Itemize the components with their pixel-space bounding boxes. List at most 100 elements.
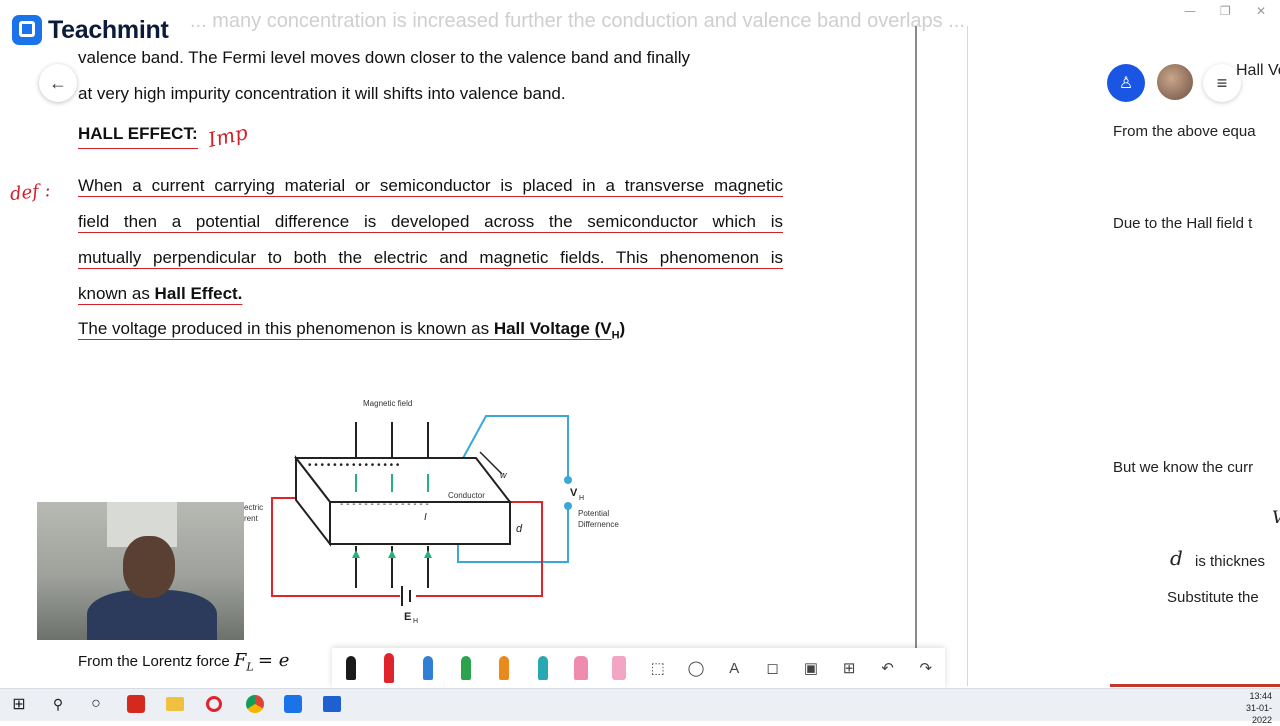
app-icon-blue[interactable]: [321, 693, 343, 715]
def-line: field then a potential difference is dev…: [78, 212, 783, 231]
back-button[interactable]: ←: [39, 64, 77, 102]
add-page-tool[interactable]: ⊞: [837, 654, 861, 682]
clock[interactable]: 13:44 31-01-2022: [1228, 690, 1272, 726]
para-line: at very high impurity concentration it w…: [78, 84, 566, 103]
eraser-tool[interactable]: [607, 654, 631, 682]
text-icon: A: [729, 659, 740, 677]
page-edge: [915, 26, 917, 660]
svg-text:- - - - - - - - - - - - - - -: - - - - - - - - - - - - - - -: [340, 499, 429, 510]
square-icon: ◻: [766, 660, 779, 677]
right-page-underline: [1110, 684, 1280, 687]
teachmint-taskbar-icon[interactable]: [282, 693, 304, 715]
pen-orange-tool[interactable]: [492, 654, 516, 682]
hamburger-icon: ≡: [1216, 72, 1228, 93]
webcam-person-head: [123, 536, 175, 598]
image-icon: ▣: [803, 660, 818, 677]
eh-sub: H: [413, 618, 418, 625]
folder-icon[interactable]: [164, 693, 186, 715]
vh-label: V: [570, 487, 578, 499]
lorentz-f: F: [233, 650, 247, 671]
paragraph-fermi: valence band. The Fermi level moves down…: [78, 40, 783, 112]
right-line: From the above equa: [1113, 123, 1256, 140]
pen-icon: [422, 656, 433, 680]
potential-label: Potential: [578, 509, 609, 518]
clock-time: 13:44: [1249, 691, 1272, 701]
section-heading: HALL EFFECT:: [78, 124, 198, 149]
webcam-video: [37, 502, 244, 640]
lorentz-rhs: = e: [257, 650, 290, 671]
pen-icon: [346, 656, 357, 680]
text-tool[interactable]: A: [722, 654, 746, 682]
chrome-icon[interactable]: [244, 693, 266, 715]
pen-icon: [461, 656, 472, 680]
search-icon[interactable]: ⚲: [47, 693, 69, 715]
pen-green-tool[interactable]: [454, 654, 478, 682]
teachmint-logo-icon: [12, 15, 42, 45]
pen-icon: [537, 656, 548, 680]
undo-button[interactable]: ↶: [876, 654, 900, 682]
start-button[interactable]: ⊞: [8, 693, 30, 715]
cortana-icon[interactable]: ○: [85, 693, 107, 715]
image-tool[interactable]: ▣: [799, 654, 823, 682]
select-tool[interactable]: ⬚: [646, 654, 670, 682]
voltage-prefix: The voltage produced in this phenomenon …: [78, 319, 494, 338]
right-v: V: [1272, 508, 1280, 528]
vh-sub: H: [579, 495, 584, 502]
current-label: I: [424, 512, 427, 523]
lorentz-sub: L: [246, 660, 254, 674]
voltage-sub: H: [611, 329, 620, 342]
right-d: d: [1170, 546, 1183, 570]
pen-blue-tool[interactable]: [416, 654, 440, 682]
right-title: Hall Ve: [1236, 62, 1280, 79]
pen-red-tool[interactable]: [377, 653, 401, 683]
def-last-prefix: known as: [78, 284, 155, 303]
minimize-button[interactable]: —: [1184, 4, 1196, 18]
pen-icon: [499, 656, 510, 680]
eh-label: E: [404, 611, 411, 623]
participant-button[interactable]: ♙: [1107, 64, 1145, 102]
lorentz-line: From the Lorentz force FL = e: [78, 650, 289, 674]
electric-label: ectric: [244, 503, 263, 512]
close-button[interactable]: ✕: [1256, 4, 1266, 18]
width-label: w: [500, 470, 507, 480]
redo-icon: ↷: [919, 660, 933, 677]
highlighter-tool[interactable]: [569, 654, 593, 682]
magnetic-field-label: Magnetic field: [363, 399, 412, 408]
def-last-bold: Hall Effect.: [154, 284, 243, 303]
right-line: Due to the Hall field t: [1113, 215, 1253, 232]
app-icon-red[interactable]: [125, 693, 147, 715]
eraser-icon: [612, 656, 627, 680]
circle-icon: ◯: [687, 660, 705, 677]
voltage-suffix: ): [619, 319, 626, 338]
handwritten-def: def :: [9, 179, 52, 206]
avatar[interactable]: [1155, 62, 1195, 102]
para-line: valence band. The Fermi level moves down…: [78, 48, 691, 67]
highlighter-icon: [574, 656, 589, 680]
restore-button[interactable]: ❐: [1220, 4, 1231, 18]
thickness-label: d: [516, 523, 523, 535]
conductor-label: Conductor: [448, 491, 485, 500]
page-edge-right: [967, 26, 968, 686]
pen-teal-tool[interactable]: [531, 654, 555, 682]
right-line: But we know the curr: [1113, 459, 1254, 476]
sticky-tool[interactable]: ◻: [761, 654, 785, 682]
ghost-text-line: ... many concentration is increased furt…: [190, 10, 965, 32]
lasso-icon: ⬚: [650, 660, 665, 677]
svg-text:• • • • • • • • • • • • • • •: • • • • • • • • • • • • • • •: [308, 460, 400, 471]
undo-icon: ↶: [881, 660, 894, 677]
right-line: is thicknes: [1195, 553, 1266, 570]
clock-date: 31-01-2022: [1245, 703, 1272, 725]
definition-paragraph: When a current carrying material or semi…: [78, 168, 783, 312]
redo-button[interactable]: ↷: [914, 654, 938, 682]
opera-icon[interactable]: [203, 693, 225, 715]
arrow-left-icon: ←: [49, 72, 67, 93]
pen-black-tool[interactable]: [339, 654, 363, 682]
hall-effect-diagram: Magnetic field • • • • • • • • • • • • •…: [244, 399, 619, 625]
current-text-label: rent: [244, 514, 259, 523]
def-line: mutually perpendicular to both the elect…: [78, 248, 783, 267]
right-line: Substitute the: [1167, 589, 1259, 606]
shape-tool[interactable]: ◯: [684, 654, 708, 682]
user-icon: ♙: [1118, 75, 1134, 92]
def-line-last: known as Hall Effect.: [78, 276, 783, 312]
handwritten-imp: Imp: [205, 120, 250, 152]
